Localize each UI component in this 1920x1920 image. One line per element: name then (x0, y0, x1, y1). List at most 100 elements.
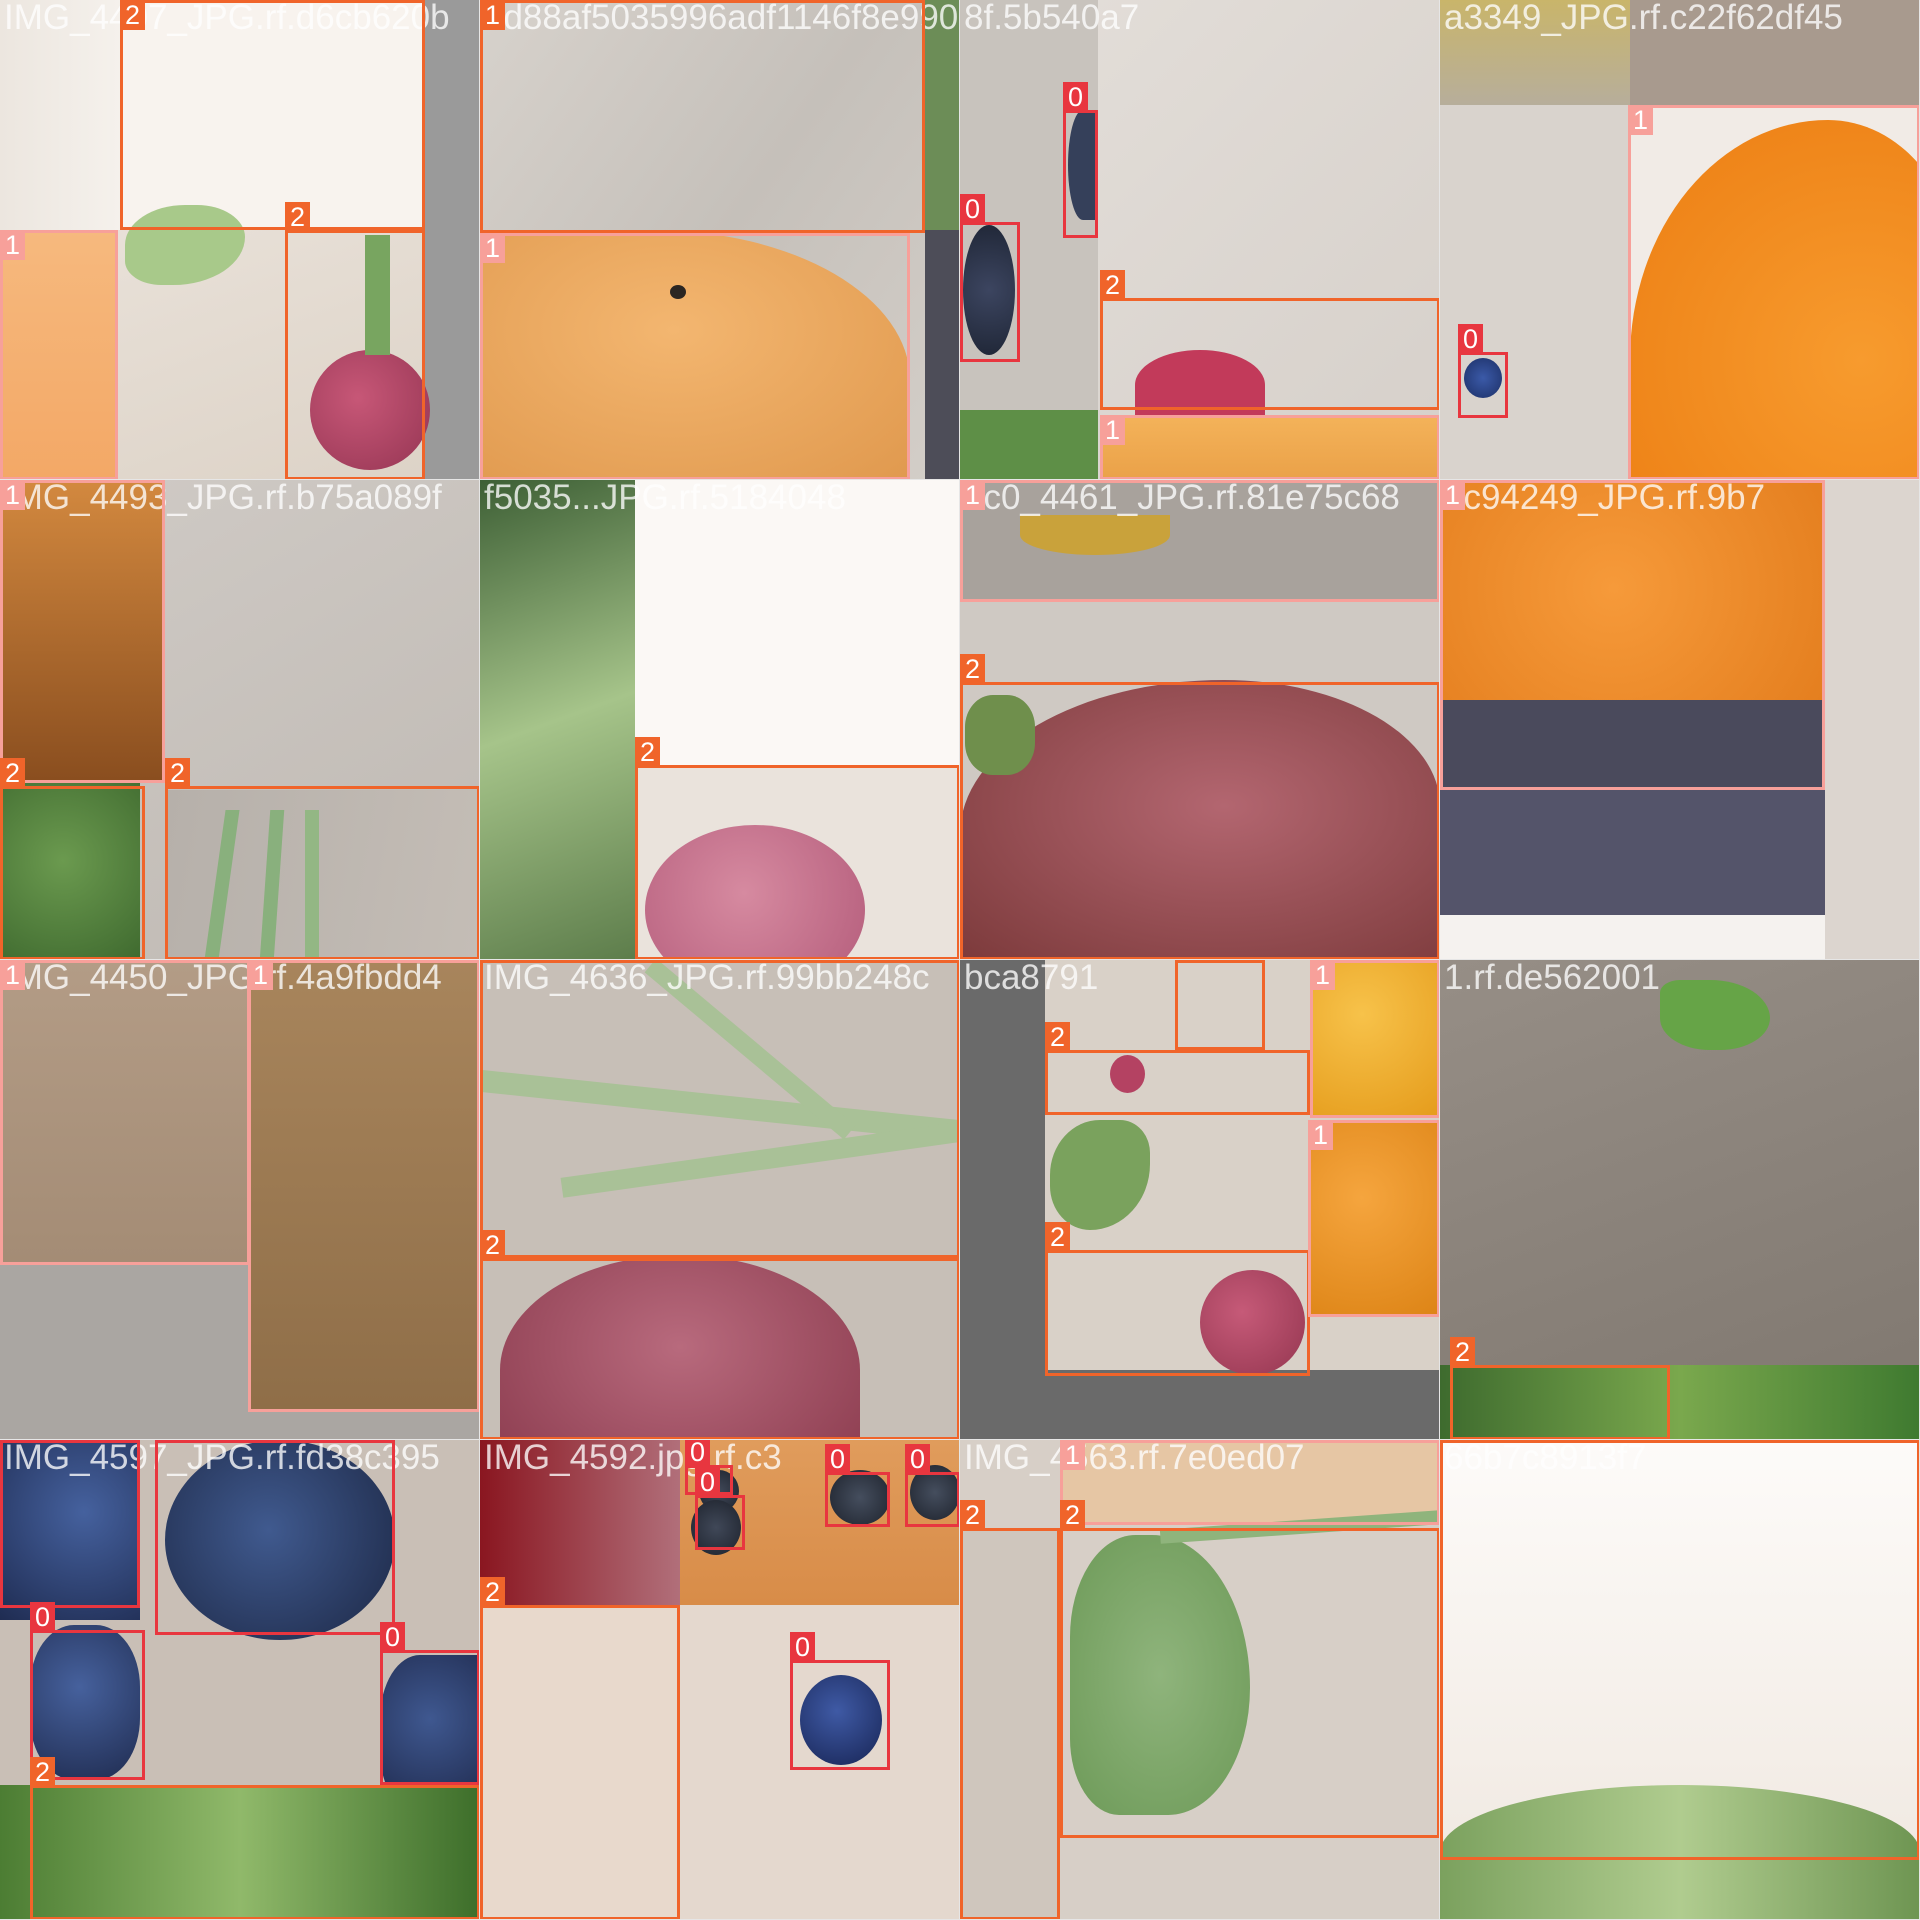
class-label: 0 (380, 1622, 405, 1652)
class-label: 1 (1628, 105, 1653, 135)
detection-box-blueberry: 0 (155, 1440, 395, 1635)
detection-box-radish: 2 (480, 1230, 959, 1439)
class-label: 2 (1440, 1440, 1465, 1442)
class-label: 2 (480, 960, 505, 962)
class-label: 2 (165, 758, 190, 788)
class-label: 1 (480, 0, 505, 30)
class-label: 1 (1060, 1440, 1085, 1470)
detection-box-orange: 1 (1628, 105, 1919, 479)
detection-box-blueberry: 0 (695, 1467, 745, 1550)
detection-box-blueberry: 0 (905, 1444, 959, 1527)
detection-box-orange: 1 (248, 960, 479, 1412)
tile-filename: a3349_JPG.rf.c22f62df45 (1444, 0, 1843, 37)
detection-box-radish: 2 (1100, 270, 1439, 410)
class-label: 2 (0, 758, 25, 788)
class-label: 1 (248, 960, 273, 990)
tile-filename: 1.rf.de562001 (1444, 960, 1661, 997)
mosaic-tile: IMG_4407_JPG.rf.d6cb620b 2 1 2 (0, 0, 480, 480)
detection-box-radish: 2 (285, 202, 425, 479)
class-label: 2 (960, 654, 985, 684)
class-label: 2 (1100, 270, 1125, 300)
mosaic-tile: IMG_4493_JPG.rf.b75a089f 1 2 2 (0, 480, 480, 960)
class-label: 2 (285, 202, 310, 232)
class-label: 2 (120, 0, 145, 30)
detection-box-orange: 1 (0, 230, 118, 479)
detection-box-radish: 2 (120, 0, 425, 230)
class-label: 0 (825, 1444, 850, 1474)
mosaic-tile: IMG_4597_JPG.rf.fd38c395 0 0 0 0 2 (0, 1440, 480, 1920)
detection-box-radish: 2 (635, 737, 959, 959)
class-label: 2 (1045, 1222, 1070, 1252)
tile-filename: IMG_4592.jpg.rf.c3 (484, 1440, 782, 1477)
detection-box-radish: 2 (30, 1757, 479, 1919)
class-label: 0 (905, 1444, 930, 1474)
detection-box-orange: 1 (1310, 960, 1439, 1118)
detection-box-radish: 2 (960, 654, 1439, 959)
detection-box-radish: 2 (480, 1577, 680, 1919)
detection-box-radish: 1 (480, 0, 925, 233)
detection-box-radish: 2 (1060, 1500, 1439, 1838)
class-label: 1 (0, 230, 25, 260)
class-label: 0 (0, 1440, 25, 1442)
mosaic-tile: bca8791 2 2 1 2 1 (960, 960, 1440, 1440)
class-label: 0 (155, 1440, 180, 1442)
mosaic-tile: a3349_JPG.rf.c22f62df45 0 1 (1440, 0, 1920, 480)
detection-box-blueberry: 0 (960, 194, 1020, 362)
class-label: 2 (635, 737, 660, 767)
tile-filename: 8f.5b540a7 (964, 0, 1140, 37)
mosaic-tile: f5035...JPG.rf.5184048 2 (480, 480, 960, 960)
class-label: 2 (1450, 1337, 1475, 1367)
detection-box-orange: 1 (0, 480, 165, 783)
class-label: 2 (480, 1577, 505, 1607)
mosaic-tile: 66b7c8913f7 2 (1440, 1440, 1920, 1920)
class-label: 1 (0, 480, 25, 510)
detection-box-blueberry: 0 (380, 1622, 479, 1785)
class-label: 1 (480, 233, 505, 263)
class-label: 0 (30, 1602, 55, 1632)
detection-box-orange: 1 (1100, 415, 1439, 479)
class-label: 2 (480, 1230, 505, 1260)
detection-box-orange: 1 (1308, 1120, 1439, 1317)
mosaic-tile: IMG_4450_JPG.rf.4a9fbdd4 1 1 (0, 960, 480, 1440)
class-label: 1 (960, 480, 985, 510)
class-label: 2 (30, 1757, 55, 1787)
mosaic-tile: 2c94249_JPG.rf.9b7 1 (1440, 480, 1920, 960)
detection-box-orange: 1 (960, 480, 1439, 602)
mosaic-tile: 1.rf.de562001 2 (1440, 960, 1920, 1440)
detection-box-orange: 1 (480, 233, 910, 479)
class-label: 1 (1440, 480, 1465, 510)
class-label: 2 (1045, 1022, 1070, 1052)
detection-box-radish: 2 (480, 960, 959, 1258)
class-label: 2 (1060, 1500, 1085, 1530)
detection-box-orange: 1 (0, 960, 250, 1265)
mosaic-tile: 2c0_4461_JPG.rf.81e75c68 1 2 (960, 480, 1440, 960)
class-label: 1 (1310, 960, 1335, 990)
class-label: 1 (1100, 415, 1125, 445)
detection-box-blueberry: 0 (1063, 82, 1098, 238)
detection-box-blueberry: 0 (825, 1444, 890, 1527)
detection-box-blueberry: 0 (0, 1440, 140, 1608)
class-label: 1 (1308, 1120, 1333, 1150)
class-label: 0 (960, 194, 985, 224)
detection-box-radish: 2 (165, 758, 479, 959)
detection-box-orange: 1 (1060, 1440, 1439, 1525)
class-label: 1 (0, 960, 25, 990)
detection-box-radish: 2 (0, 758, 145, 959)
tile-filename: f5035...JPG.rf.5184048 (484, 480, 846, 517)
class-label: 0 (685, 1440, 710, 1467)
class-label: 0 (1063, 82, 1088, 112)
detection-box-blueberry: 0 (1458, 324, 1508, 418)
mosaic-tile: IMG_4563.rf.7e0ed07 2 1 2 (960, 1440, 1440, 1920)
detection-box-radish: 2 (1175, 960, 1265, 1050)
detection-box-radish: 2 (1045, 1222, 1310, 1376)
class-label: 0 (695, 1467, 720, 1497)
mosaic-tile: 8f.5b540a7 0 0 2 1 (960, 0, 1440, 480)
mosaic-tile: IMG_4592.jpg.rf.c3 2 0 0 0 0 0 (480, 1440, 960, 1920)
mosaic-canvas: IMG_4407_JPG.rf.d6cb620b 2 1 2 2d88af503… (0, 0, 1920, 1920)
detection-box-radish: 2 (1450, 1337, 1670, 1439)
detection-box-blueberry: 0 (790, 1632, 890, 1770)
mosaic-tile: IMG_4636_JPG.rf.99bb248c 2 2 (480, 960, 960, 1440)
class-label: 2 (960, 1500, 985, 1530)
class-label: 0 (1458, 324, 1483, 354)
detection-box-orange: 1 (1440, 480, 1825, 790)
